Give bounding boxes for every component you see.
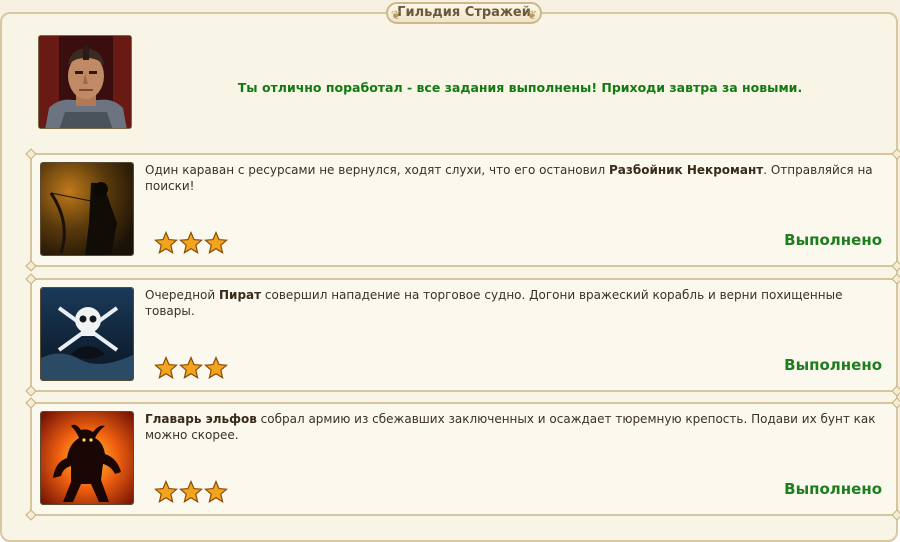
quest-image [40,287,134,381]
guild-window: ❦ Гильдия Стражей ❦ Ты отлично поработал… [0,0,900,542]
quest-status: Выполнено [784,356,882,374]
quest-description: Очередной Пират совершил нападение на то… [145,287,885,319]
quest-difficulty-stars [154,231,228,257]
quest-card: Очередной Пират совершил нападение на то… [25,273,900,397]
star-icon [154,231,178,254]
quest-text-part: Очередной [145,288,220,302]
quest-image [40,162,134,256]
pirate-skull-icon [41,288,133,380]
quest-status: Выполнено [784,480,882,498]
quest-text-part: Один караван с ресурсами не вернулся, хо… [145,163,609,177]
ornament-right-icon: ❦ [526,8,537,22]
star-icon [179,231,203,254]
quest-card: Главарь эльфов собрал армию из сбежавших… [25,397,900,521]
quest-description: Один караван с ресурсами не вернулся, хо… [145,162,885,194]
quest-difficulty-stars [154,480,228,506]
guard-portrait [38,35,132,129]
star-icon [179,480,203,503]
guard-portrait-icon [39,36,131,128]
quest-card: Один караван с ресурсами не вернулся, хо… [25,148,900,272]
star-icon [154,356,178,379]
fire-demon-icon [41,412,133,504]
quest-image [40,411,134,505]
guard-message: Ты отлично поработал - все задания выпол… [237,80,803,95]
star-icon [204,480,228,503]
quest-target-name: Пират [219,288,262,302]
quest-target-name: Главарь эльфов [145,412,257,426]
window-title-tab: ❦ Гильдия Стражей ❦ [386,2,542,24]
necromancer-bandit-icon [41,163,133,255]
star-icon [204,231,228,254]
star-icon [179,356,203,379]
star-icon [154,480,178,503]
quest-status: Выполнено [784,231,882,249]
star-icon [204,356,228,379]
quest-difficulty-stars [154,356,228,382]
quest-target-name: Разбойник Некромант [608,163,764,177]
ornament-left-icon: ❦ [391,8,402,22]
quest-description: Главарь эльфов собрал армию из сбежавших… [145,411,885,443]
window-title: Гильдия Стражей [397,5,531,20]
